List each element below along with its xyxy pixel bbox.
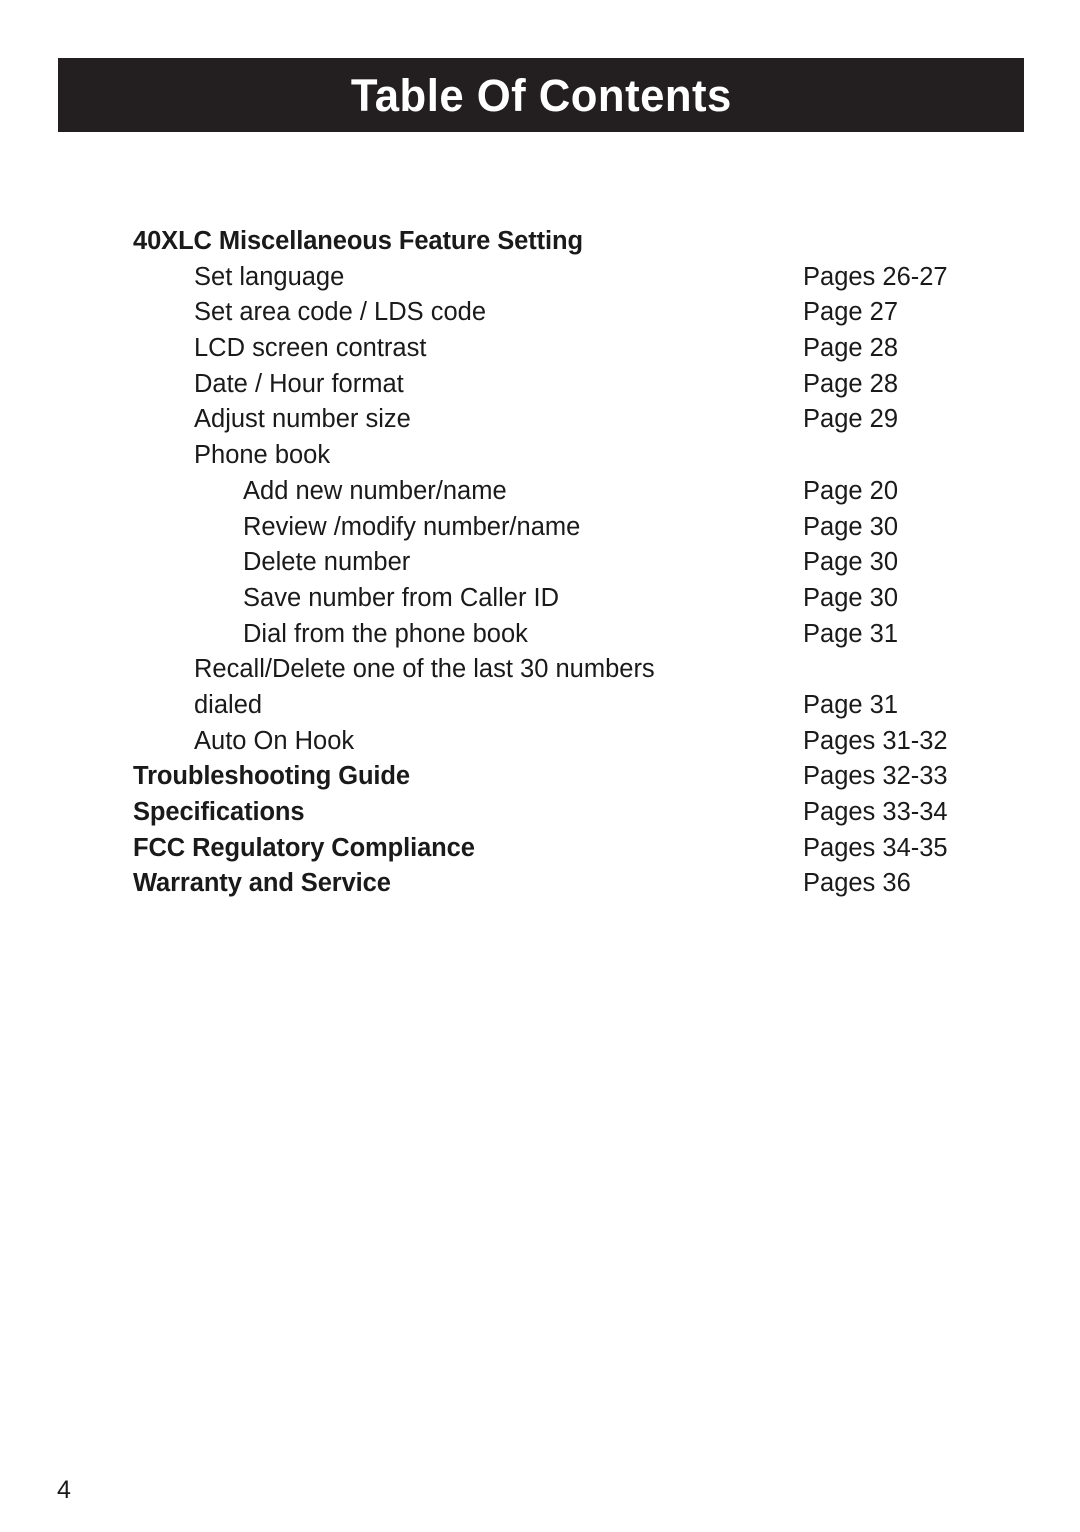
page-title: Table Of Contents — [350, 69, 732, 121]
toc-entry[interactable]: LCD screen contrast Page 28 — [0, 331, 1080, 367]
toc-entry[interactable]: 40XLC Miscellaneous Feature Setting — [0, 224, 1080, 260]
toc-entry[interactable]: Specifications Pages 33-34 — [0, 795, 1080, 831]
toc-entry[interactable]: Recall/Delete one of the last 30 numbers — [0, 652, 1080, 688]
toc-entry[interactable]: Dial from the phone book Page 31 — [0, 617, 1080, 653]
toc-entry-label: Recall/Delete one of the last 30 numbers — [194, 655, 655, 684]
toc-entry[interactable]: Add new number/name Page 20 — [0, 474, 1080, 510]
toc-entry[interactable]: Set language Pages 26-27 — [0, 260, 1080, 296]
toc-entry-label: Adjust number size — [194, 405, 411, 434]
toc-entry-label: Review /modify number/name — [243, 512, 581, 541]
toc-entry-page-reference: Pages 34-35 — [803, 833, 948, 862]
toc-entry-page-reference: Pages 33-34 — [803, 798, 948, 826]
toc-entry-label: Auto On Hook — [194, 726, 355, 755]
toc-entry-label: LCD screen contrast — [194, 334, 427, 363]
toc-entry[interactable]: Troubleshooting Guide Pages 32-33 — [0, 759, 1080, 795]
toc-entry-label: Add new number/name — [243, 476, 507, 505]
toc-entry-page-reference: Pages 32-33 — [803, 762, 948, 791]
toc-entry[interactable]: Warranty and Service Pages 36 — [0, 866, 1080, 902]
toc-entry[interactable]: Adjust number size Page 29 — [0, 402, 1080, 438]
toc-entry[interactable]: Review /modify number/name Page 30 — [0, 510, 1080, 546]
toc-entry-page-reference: Page 28 — [803, 334, 899, 363]
toc-entry[interactable]: Date / Hour format Page 28 — [0, 367, 1080, 403]
toc-entry-label: Dial from the phone book — [243, 619, 528, 648]
toc-entry-label: Set language — [194, 262, 345, 291]
toc-entry-page-reference: Page 30 — [803, 512, 899, 541]
toc-entry-page-reference: Page 28 — [803, 369, 899, 398]
toc-entry-label: Specifications — [133, 798, 305, 826]
toc-entry-label: Warranty and Service — [133, 869, 391, 898]
toc-entry[interactable]: Auto On Hook Pages 31-32 — [0, 724, 1080, 760]
table-of-contents-list: 40XLC Miscellaneous Feature Setting Set l… — [0, 224, 1080, 902]
toc-entry-label: Phone book — [194, 441, 331, 470]
toc-entry-page-reference: Page 31 — [803, 690, 899, 719]
toc-entry-page-reference: Page 29 — [803, 405, 899, 434]
toc-entry[interactable]: Set area code / LDS code Page 27 — [0, 295, 1080, 331]
toc-entry-label: dialed — [194, 690, 263, 719]
page-header-banner: Table Of Contents — [58, 58, 1024, 132]
toc-entry-label: Save number from Caller ID — [243, 583, 560, 612]
toc-entry-page-reference: Page 30 — [803, 548, 899, 577]
toc-entry-page-reference: Page 30 — [803, 583, 899, 612]
toc-entry[interactable]: Save number from Caller ID Page 30 — [0, 581, 1080, 617]
toc-entry[interactable]: FCC Regulatory Compliance Pages 34-35 — [0, 831, 1080, 867]
toc-entry-page-reference: Page 31 — [803, 619, 899, 648]
toc-entry-page-reference: Pages 31-32 — [803, 726, 948, 755]
toc-entry[interactable]: dialed Page 31 — [0, 688, 1080, 724]
toc-entry-label: FCC Regulatory Compliance — [133, 833, 475, 862]
toc-entry-page-reference: Page 27 — [803, 298, 899, 327]
toc-entry-label: Date / Hour format — [194, 369, 404, 398]
toc-entry-label: Troubleshooting Guide — [133, 762, 410, 791]
toc-entry-label: Set area code / LDS code — [194, 298, 487, 327]
toc-entry[interactable]: Delete number Page 30 — [0, 545, 1080, 581]
toc-entry[interactable]: Phone book — [0, 438, 1080, 474]
toc-entry-page-reference: Pages 36 — [803, 869, 911, 898]
toc-entry-label: Delete number — [243, 548, 411, 577]
toc-entry-label: 40XLC Miscellaneous Feature Setting — [133, 227, 583, 255]
page-number-folio: 4 — [57, 1476, 71, 1504]
toc-entry-page-reference: Pages 26-27 — [803, 262, 948, 291]
toc-entry-page-reference: Page 20 — [803, 476, 899, 505]
